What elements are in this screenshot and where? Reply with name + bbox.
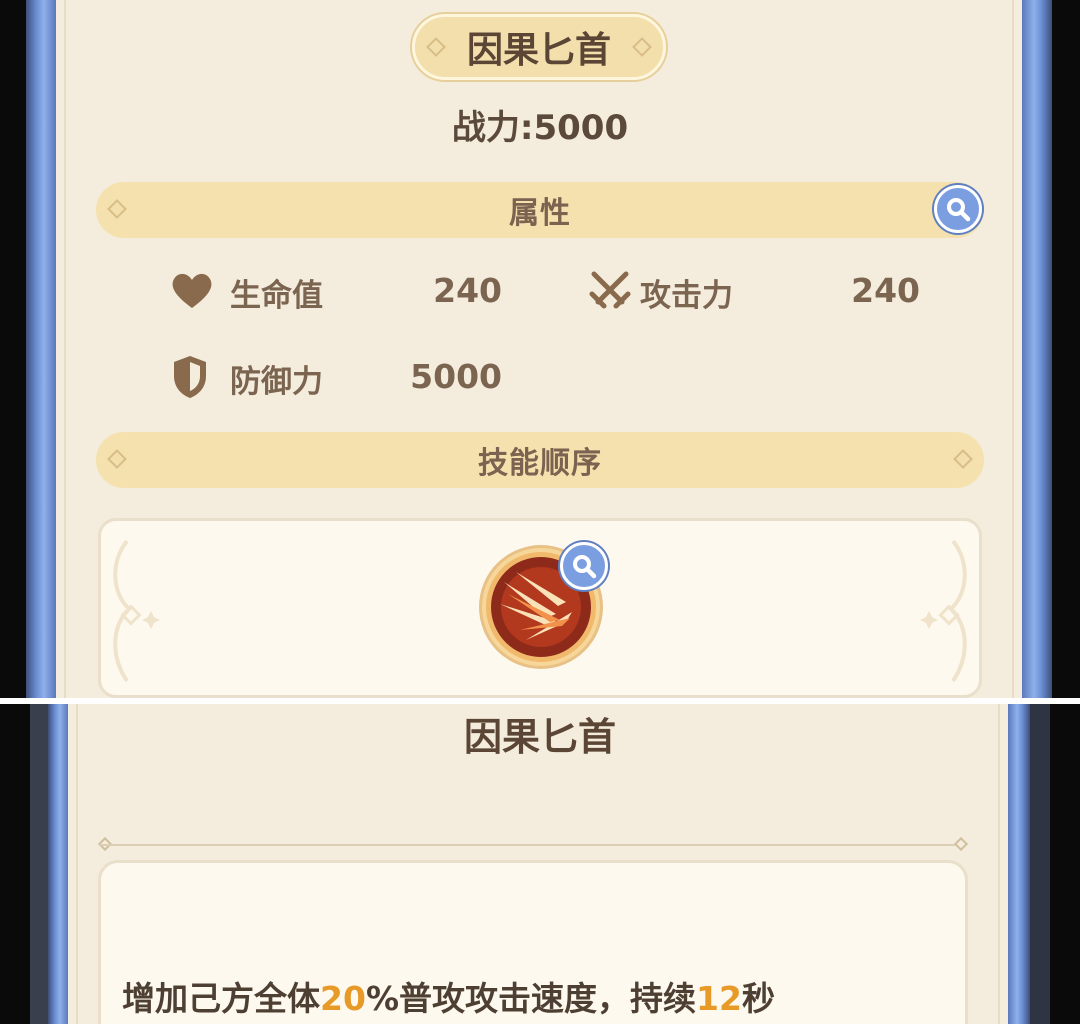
shield-icon [174,356,206,398]
ornament-flourish-icon [113,539,160,683]
skill-inspect-button[interactable] [560,542,608,590]
attributes-header: 属性 [96,182,984,238]
stat-attack-label: 攻击力 [640,278,733,314]
magnifier-icon [573,555,597,579]
section-divider [100,844,966,846]
ornament-diamond-icon [953,449,973,469]
ornament-diamond-icon [107,449,127,469]
ornament-diamond-icon [426,37,446,57]
skill-detail-panel: 因果匕首 增加己方全体20%普攻攻击速度，持续12秒 [0,704,1080,1024]
magnifier-icon [947,198,971,222]
highlight-value: 20 [320,979,366,1018]
item-title-plaque: 因果匕首 [412,14,666,80]
item-title: 因果匕首 [466,30,611,71]
stat-defense-value: 5000 [410,357,502,396]
item-detail-panel: 因果匕首 战力:5000 属性 生命值 240 攻击力 240 防御力 5000 [0,0,1080,698]
ornament-diamond-icon [632,37,652,57]
ornament-diamond-icon [107,199,127,219]
attributes-label: 属性 [509,196,571,231]
combat-power: 战力:5000 [451,108,629,148]
ornament-flourish-icon [920,539,967,683]
crossed-swords-icon [589,271,631,309]
stat-attack-value: 240 [851,271,920,310]
stat-defense-label: 防御力 [230,364,323,400]
skill-description: 增加己方全体20%普攻攻击速度，持续12秒 [122,979,775,1018]
stat-hp-label: 生命值 [230,278,323,314]
stat-hp-value: 240 [433,271,502,310]
highlight-value: 12 [696,979,742,1018]
heart-icon [172,273,212,308]
skill-name: 因果匕首 [463,715,616,759]
skill-order-label: 技能顺序 [478,446,602,481]
attributes-inspect-button[interactable] [934,185,982,233]
skill-order-header: 技能顺序 [96,432,984,488]
